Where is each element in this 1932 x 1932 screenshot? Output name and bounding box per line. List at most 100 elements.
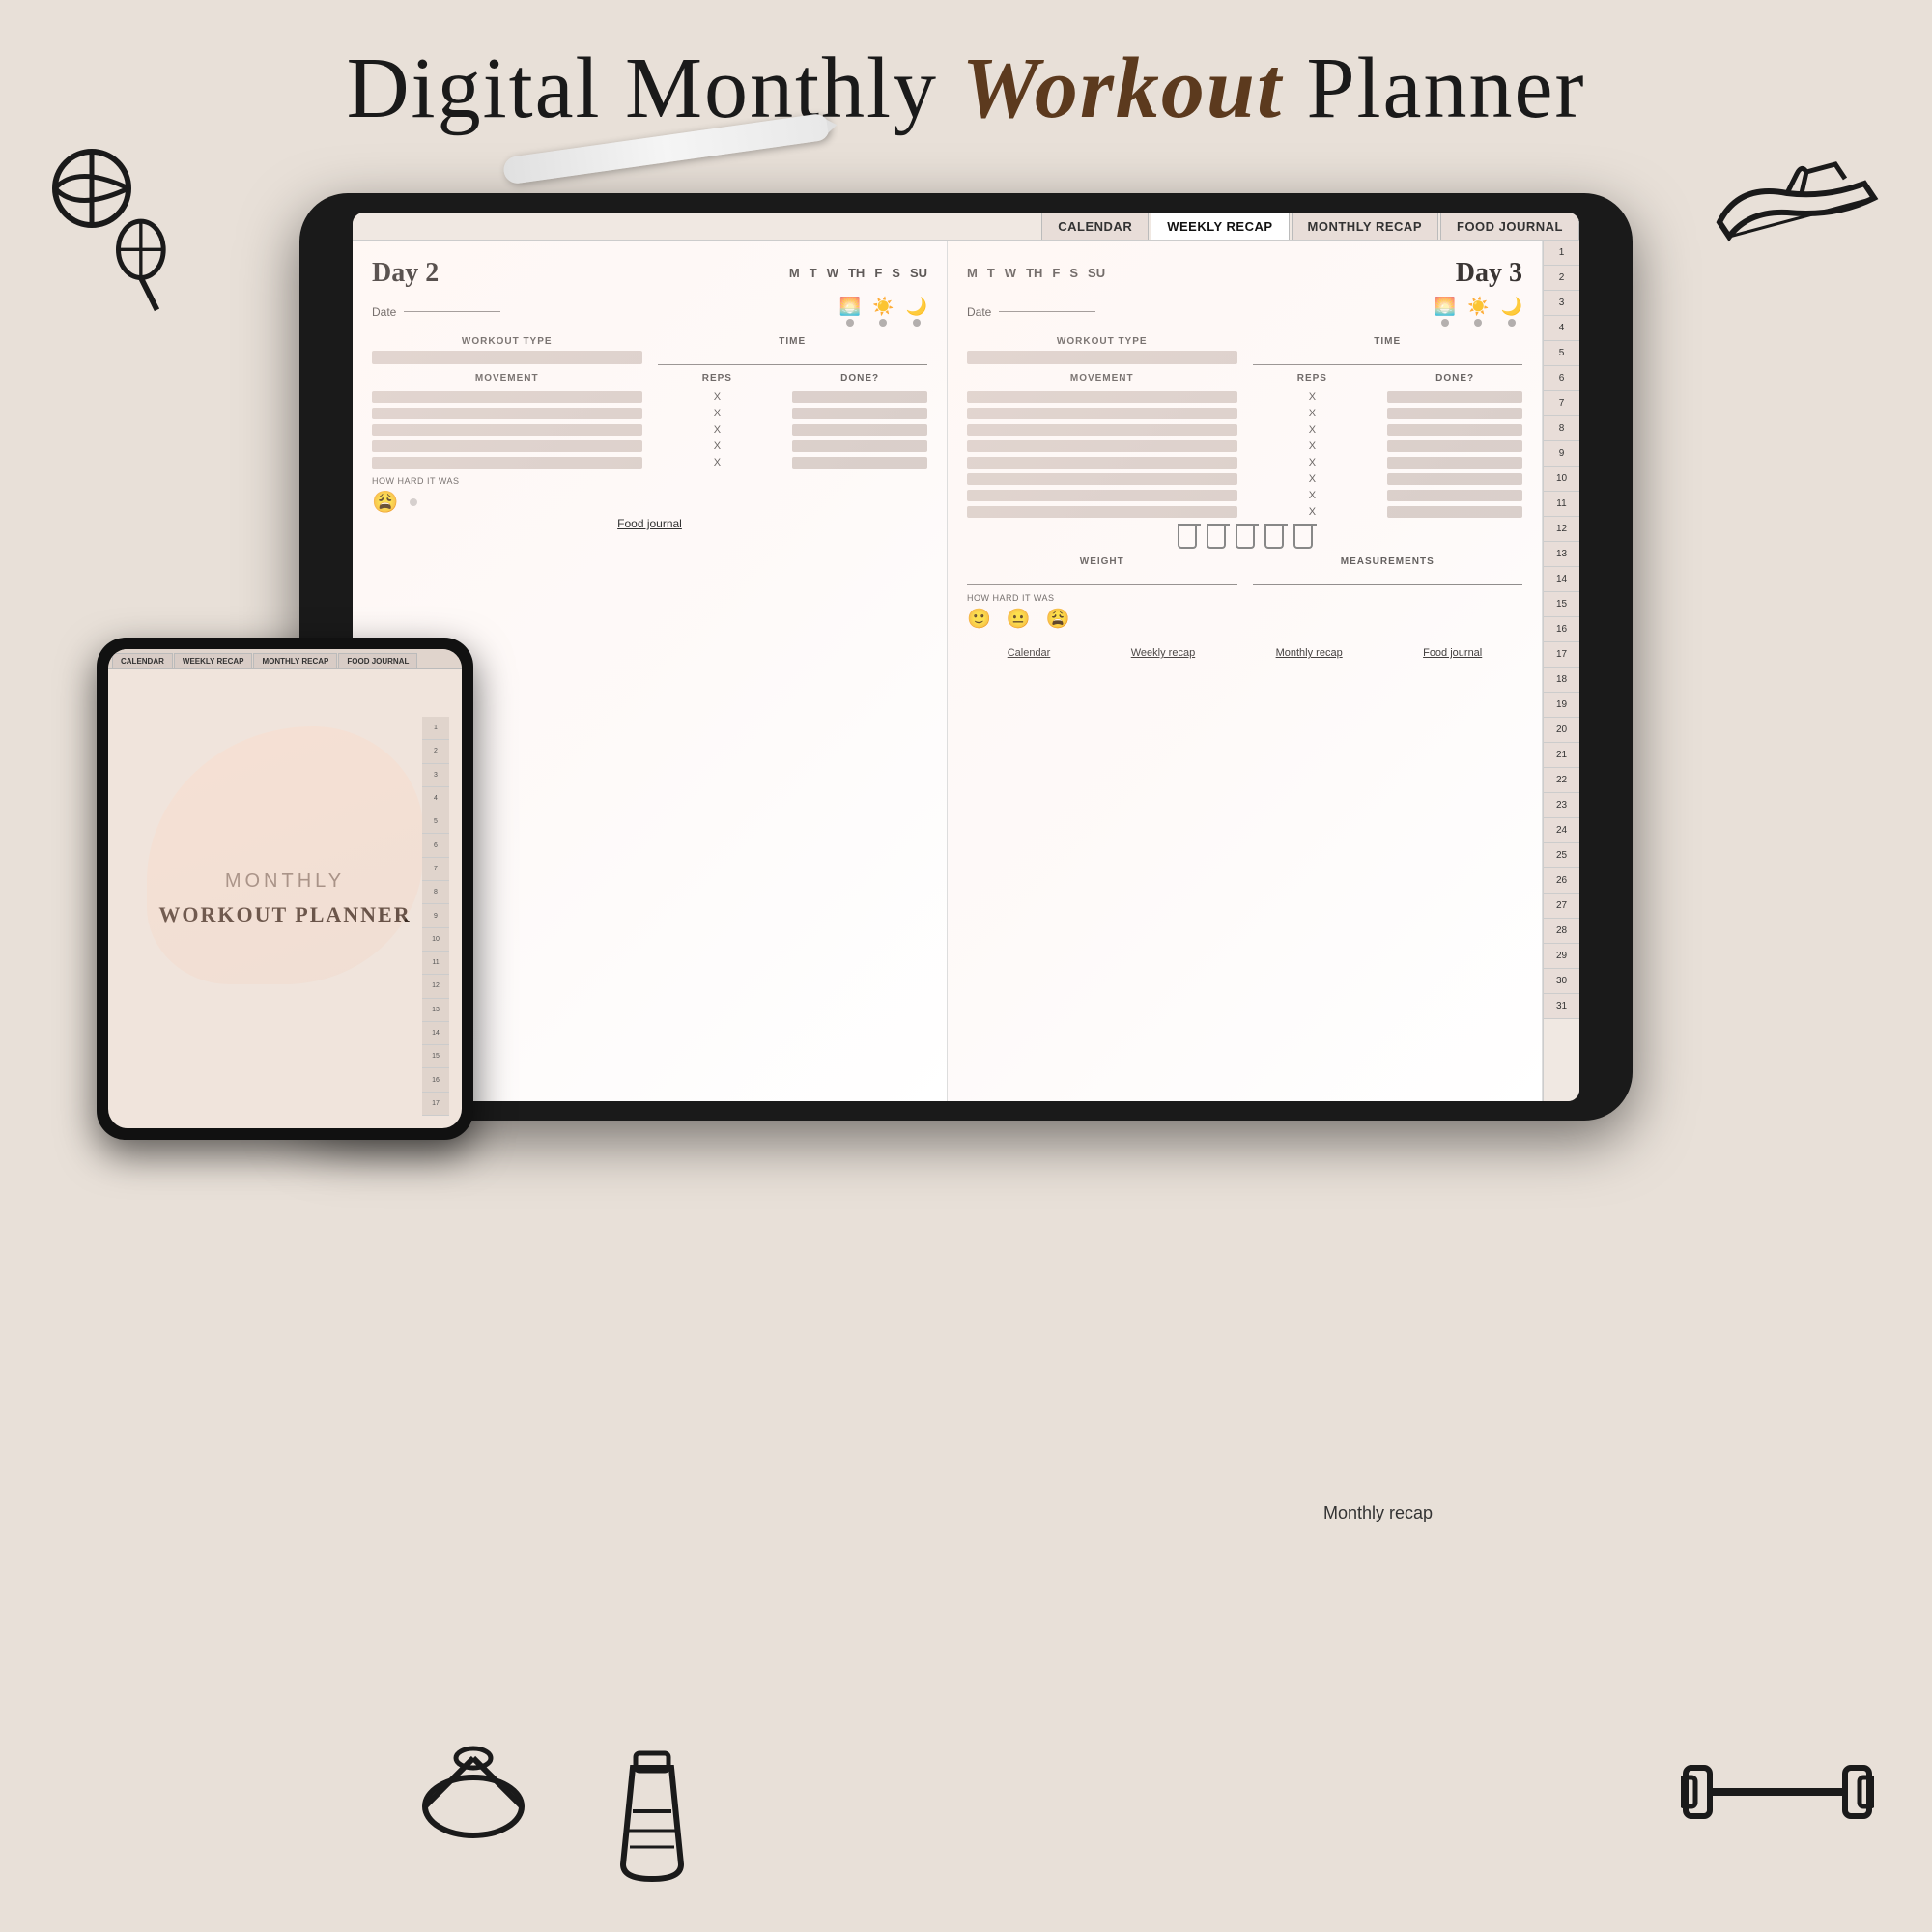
side-tab-5[interactable]: 5 bbox=[1544, 341, 1579, 366]
day3-weight-col: WEIGHT bbox=[967, 556, 1237, 585]
day3-weight-meas: WEIGHT MEASUREMENTS bbox=[967, 556, 1522, 585]
side-tab-1[interactable]: 1 bbox=[1544, 241, 1579, 266]
side-tab-29[interactable]: 29 bbox=[1544, 944, 1579, 969]
small-side-tab[interactable]: 8 bbox=[422, 881, 449, 904]
day3-page: M T W TH F S SU Day 3 Date 🌅 bbox=[948, 241, 1543, 1101]
day2-workout-bar bbox=[372, 351, 642, 364]
page-watermark bbox=[948, 241, 1542, 1101]
small-side-tab[interactable]: 4 bbox=[422, 787, 449, 810]
day2-food-link[interactable]: Food journal bbox=[372, 505, 927, 532]
small-side-tab[interactable]: 1 bbox=[422, 717, 449, 740]
racket-icon bbox=[106, 217, 184, 314]
nav-calendar[interactable]: Calendar bbox=[1008, 647, 1051, 659]
tab-weekly-recap[interactable]: WEEKLY RECAP bbox=[1151, 213, 1289, 240]
nav-weekly-recap[interactable]: Weekly recap bbox=[1131, 647, 1195, 659]
small-side-tab[interactable]: 10 bbox=[422, 928, 449, 952]
small-side-tab[interactable]: 14 bbox=[422, 1022, 449, 1045]
day3-water-row bbox=[967, 526, 1522, 549]
side-tab-15[interactable]: 15 bbox=[1544, 592, 1579, 617]
small-side-tab[interactable]: 15 bbox=[422, 1045, 449, 1068]
side-tab-20[interactable]: 20 bbox=[1544, 718, 1579, 743]
side-tab-28[interactable]: 28 bbox=[1544, 919, 1579, 944]
small-tab-food[interactable]: FOOD JOURNAL bbox=[338, 653, 417, 668]
day2-time-icons: 🌅 ☀️ 🌙 bbox=[839, 297, 927, 327]
day3-meas-label: MEASUREMENTS bbox=[1253, 556, 1523, 567]
shaker-icon bbox=[609, 1739, 696, 1893]
sport-icons-bottom bbox=[415, 1739, 696, 1893]
side-tab-18[interactable]: 18 bbox=[1544, 668, 1579, 693]
small-side-tab[interactable]: 5 bbox=[422, 810, 449, 834]
side-tab-25[interactable]: 25 bbox=[1544, 843, 1579, 868]
day2-movement-label: MOVEMENT bbox=[372, 373, 642, 384]
small-tab-weekly[interactable]: WEEKLY RECAP bbox=[174, 653, 253, 668]
side-tab-21[interactable]: 21 bbox=[1544, 743, 1579, 768]
side-tab-9[interactable]: 9 bbox=[1544, 441, 1579, 467]
tabs-bar: CALENDAR WEEKLY RECAP MONTHLY RECAP FOOD… bbox=[353, 213, 1579, 241]
day2-morning-icon: 🌅 bbox=[839, 297, 861, 327]
tablet-large: CALENDAR WEEKLY RECAP MONTHLY RECAP FOOD… bbox=[299, 193, 1633, 1121]
day3-neutral-emoji: 😐 bbox=[1007, 607, 1031, 631]
side-tab-31[interactable]: 31 bbox=[1544, 994, 1579, 1019]
table-row: X bbox=[967, 440, 1522, 452]
nav-monthly-recap[interactable]: Monthly recap bbox=[1276, 647, 1343, 659]
table-row: X bbox=[372, 457, 927, 469]
side-tab-10[interactable]: 10 bbox=[1544, 467, 1579, 492]
small-side-tab[interactable]: 11 bbox=[422, 952, 449, 975]
side-tab-23[interactable]: 23 bbox=[1544, 793, 1579, 818]
title-part1: Digital Monthly bbox=[347, 41, 962, 136]
day3-movement-header: MOVEMENT REPS DONE? bbox=[967, 373, 1522, 387]
small-side-tab[interactable]: 2 bbox=[422, 740, 449, 763]
side-tab-16[interactable]: 16 bbox=[1544, 617, 1579, 642]
small-side-tab[interactable]: 17 bbox=[422, 1093, 449, 1116]
small-tab-calendar[interactable]: CALENDAR bbox=[112, 653, 173, 668]
side-tab-4[interactable]: 4 bbox=[1544, 316, 1579, 341]
title-part2: Planner bbox=[1283, 41, 1585, 136]
day2-number: Day 2 bbox=[372, 258, 439, 289]
side-tab-14[interactable]: 14 bbox=[1544, 567, 1579, 592]
water-cup-5 bbox=[1293, 526, 1313, 549]
day3-night-icon: 🌙 bbox=[1501, 297, 1522, 327]
day3-meas-col: MEASUREMENTS bbox=[1253, 556, 1523, 585]
day2-workout-type: WORKOUT TYPE bbox=[372, 336, 642, 365]
day3-date-row: Date 🌅 ☀️ 🌙 bbox=[967, 297, 1522, 327]
day3-number: Day 3 bbox=[1456, 258, 1522, 289]
day2-time-label: TIME bbox=[658, 336, 928, 347]
side-tab-6[interactable]: 6 bbox=[1544, 366, 1579, 391]
side-tab-12[interactable]: 12 bbox=[1544, 517, 1579, 542]
side-tab-19[interactable]: 19 bbox=[1544, 693, 1579, 718]
small-side-tab[interactable]: 7 bbox=[422, 858, 449, 881]
table-row: X bbox=[967, 473, 1522, 485]
side-tab-13[interactable]: 13 bbox=[1544, 542, 1579, 567]
tab-food-journal[interactable]: FOOD JOURNAL bbox=[1440, 213, 1579, 240]
day3-workout-row: WORKOUT TYPE TIME bbox=[967, 336, 1522, 365]
side-tab-24[interactable]: 24 bbox=[1544, 818, 1579, 843]
table-row: X bbox=[967, 506, 1522, 518]
side-tab-11[interactable]: 11 bbox=[1544, 492, 1579, 517]
small-side-tab[interactable]: 3 bbox=[422, 764, 449, 787]
side-tab-2[interactable]: 2 bbox=[1544, 266, 1579, 291]
side-tab-3[interactable]: 3 bbox=[1544, 291, 1579, 316]
nav-food-journal[interactable]: Food journal bbox=[1423, 647, 1482, 659]
day3-tired-emoji: 😩 bbox=[1046, 607, 1070, 631]
side-tab-22[interactable]: 22 bbox=[1544, 768, 1579, 793]
side-tab-27[interactable]: 27 bbox=[1544, 894, 1579, 919]
day2-date-label: Date bbox=[372, 305, 396, 319]
day2-afternoon-icon: ☀️ bbox=[872, 297, 894, 327]
small-tab-monthly[interactable]: MONTHLY RECAP bbox=[253, 653, 337, 668]
side-tab-17[interactable]: 17 bbox=[1544, 642, 1579, 668]
small-side-tab[interactable]: 6 bbox=[422, 834, 449, 857]
small-side-tab[interactable]: 9 bbox=[422, 904, 449, 927]
day2-hard-label: HOW HARD IT WAS bbox=[372, 476, 927, 486]
tab-monthly-recap[interactable]: MONTHLY RECAP bbox=[1292, 213, 1438, 240]
tab-calendar[interactable]: CALENDAR bbox=[1041, 213, 1149, 240]
small-side-tab[interactable]: 16 bbox=[422, 1068, 449, 1092]
side-tab-26[interactable]: 26 bbox=[1544, 868, 1579, 894]
table-row: X bbox=[967, 490, 1522, 501]
day3-time-col: TIME bbox=[1253, 336, 1523, 365]
sport-icons-topleft bbox=[48, 145, 184, 314]
small-side-tab[interactable]: 12 bbox=[422, 975, 449, 998]
side-tab-8[interactable]: 8 bbox=[1544, 416, 1579, 441]
side-tab-7[interactable]: 7 bbox=[1544, 391, 1579, 416]
small-side-tab[interactable]: 13 bbox=[422, 999, 449, 1022]
side-tab-30[interactable]: 30 bbox=[1544, 969, 1579, 994]
